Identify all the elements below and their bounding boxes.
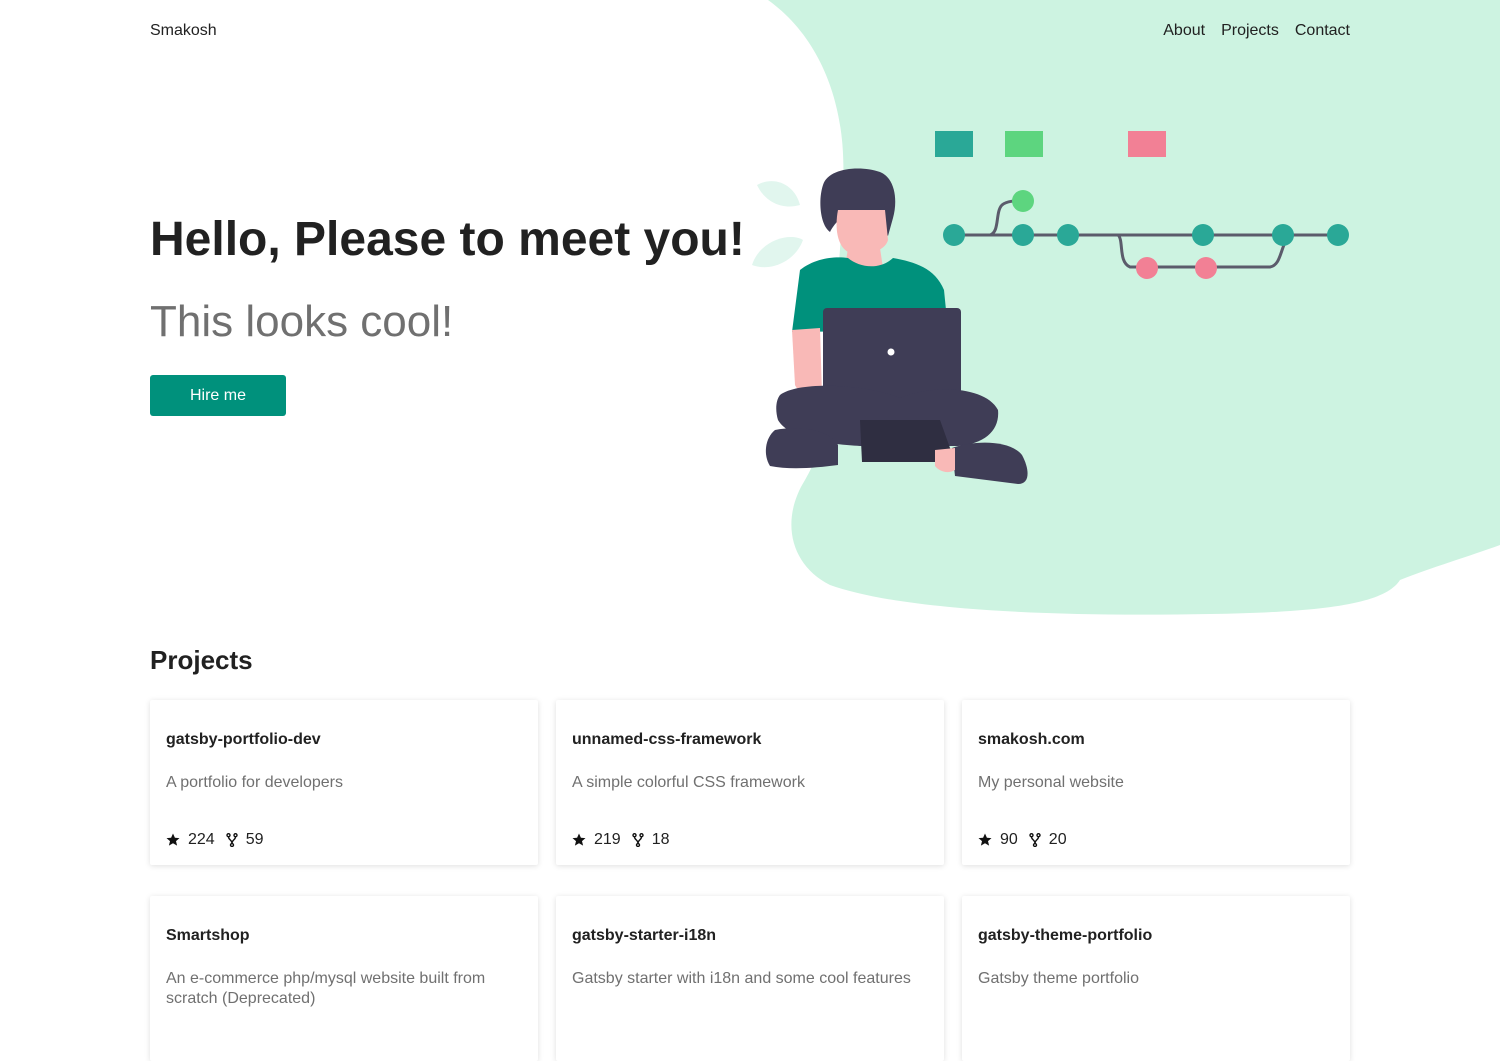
star-icon: [978, 833, 992, 846]
fork-count: 20: [1048, 831, 1067, 848]
top-navbar: Smakosh About Projects Contact: [150, 22, 1350, 46]
project-description: An e-commerce php/mysql website built fr…: [166, 970, 486, 1007]
project-description: A simple colorful CSS framework: [572, 774, 805, 791]
hero-subtitle: This looks cool!: [150, 297, 454, 346]
project-card[interactable]: unnamed-css-framework A simple colorful …: [556, 700, 944, 865]
project-stats: 90 20: [978, 831, 1078, 849]
fork-count: 18: [651, 831, 670, 848]
hero-title: Hello, Please to meet you!: [150, 213, 745, 266]
project-card[interactable]: smakosh.com My personal website 90 20: [962, 700, 1350, 865]
nav-link-contact[interactable]: Contact: [1295, 22, 1350, 40]
git-branch-square: [1005, 131, 1043, 157]
project-description: My personal website: [978, 774, 1124, 791]
project-card[interactable]: Smartshop An e-commerce php/mysql websit…: [150, 896, 538, 1061]
fork-count: 59: [245, 831, 264, 848]
nav-links: About Projects Contact: [1163, 22, 1350, 40]
hero-text: Hello, Please to meet you! This looks co…: [150, 210, 750, 350]
projects-heading: Projects: [150, 645, 253, 675]
project-name[interactable]: smakosh.com: [978, 731, 1085, 749]
project-name[interactable]: gatsby-theme-portfolio: [978, 927, 1152, 945]
brand-link[interactable]: Smakosh: [150, 22, 217, 40]
project-description: Gatsby starter with i18n and some cool f…: [572, 970, 911, 987]
git-branch-square: [1128, 131, 1166, 157]
fork-icon: [632, 833, 644, 847]
star-count: 224: [188, 831, 215, 848]
project-description: A portfolio for developers: [166, 774, 343, 791]
project-name[interactable]: gatsby-portfolio-dev: [166, 731, 321, 749]
hire-me-button[interactable]: Hire me: [150, 375, 286, 416]
star-count: 90: [1000, 831, 1018, 848]
project-card[interactable]: gatsby-portfolio-dev A portfolio for dev…: [150, 700, 538, 865]
project-description: Gatsby theme portfolio: [978, 970, 1139, 987]
git-branch-square: [935, 131, 973, 157]
project-name[interactable]: unnamed-css-framework: [572, 731, 761, 749]
leaf-icon: [752, 181, 803, 268]
star-icon: [166, 833, 180, 846]
project-name[interactable]: Smartshop: [166, 927, 250, 945]
star-count: 219: [594, 831, 621, 848]
fork-icon: [1029, 833, 1041, 847]
project-name[interactable]: gatsby-starter-i18n: [572, 927, 716, 945]
star-icon: [572, 833, 586, 846]
project-stats: 224 59: [166, 831, 275, 849]
project-stats: 219 18: [572, 831, 681, 849]
fork-icon: [226, 833, 238, 847]
project-card[interactable]: gatsby-starter-i18n Gatsby starter with …: [556, 896, 944, 1061]
person-figure: [765, 168, 1028, 484]
nav-link-projects[interactable]: Projects: [1221, 22, 1279, 40]
nav-link-about[interactable]: About: [1163, 22, 1205, 40]
project-card[interactable]: gatsby-theme-portfolio Gatsby theme port…: [962, 896, 1350, 1061]
